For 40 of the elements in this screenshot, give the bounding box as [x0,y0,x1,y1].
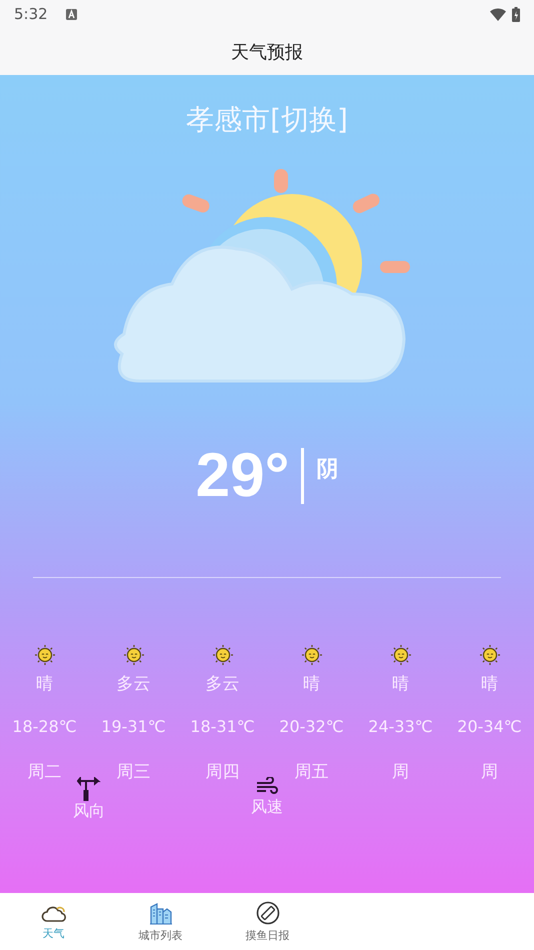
notification-icon [66,8,77,20]
forecast-condition: 多云 [116,673,150,695]
smiling-sun-icon [212,644,234,666]
smiling-sun-icon [34,644,56,666]
forecast-condition: 晴 [481,673,498,695]
wind-label: 风速 [251,797,283,818]
buildings-icon [148,900,172,924]
forecast-condition: 晴 [36,673,53,695]
smiling-sun-icon [390,644,412,666]
forecast-temperature-range: 18-31℃ [190,717,255,736]
forecast-condition: 晴 [303,673,320,695]
forecast-temperature-range: 24-33℃ [368,717,433,736]
battery-icon [512,6,520,22]
smiling-sun-icon [122,644,144,666]
ruler-circle-icon [256,900,280,924]
nav-tab[interactable]: 摸鱼日报 [214,893,321,950]
forecast-condition: 多云 [206,673,240,695]
nav-tab[interactable]: 城市列表 [107,893,214,950]
forecast-temperature-range: 20-34℃ [457,717,522,736]
forecast-weekday: 周 [392,761,409,783]
smiling-sun-icon [478,644,500,666]
forecast-weekday: 周五 [294,761,328,783]
forecast-weekday: 周三 [116,761,150,783]
nav-tab[interactable]: 天气 [0,893,107,950]
forecast-weekday: 周二 [28,761,62,783]
wind-label: 风向 [73,801,105,822]
forecast-temperature-range: 19-31℃ [101,717,166,736]
wifi-icon [490,8,506,20]
forecast-temperature-range: 20-32℃ [279,717,344,736]
forecast-condition: 晴 [392,673,409,695]
wind-icon [256,777,278,797]
weather-vane-icon [77,777,101,801]
app-title: 天气预报 [231,40,303,64]
forecast-temperature-range: 18-28℃ [12,717,77,736]
smiling-sun-icon [300,644,322,666]
forecast-weekday: 周 [481,761,498,783]
current-condition: 阴 [316,456,338,484]
status-time: 5:32 [14,5,48,23]
forecast-weekday: 周四 [206,761,240,783]
current-temperature: 29° [196,440,290,511]
